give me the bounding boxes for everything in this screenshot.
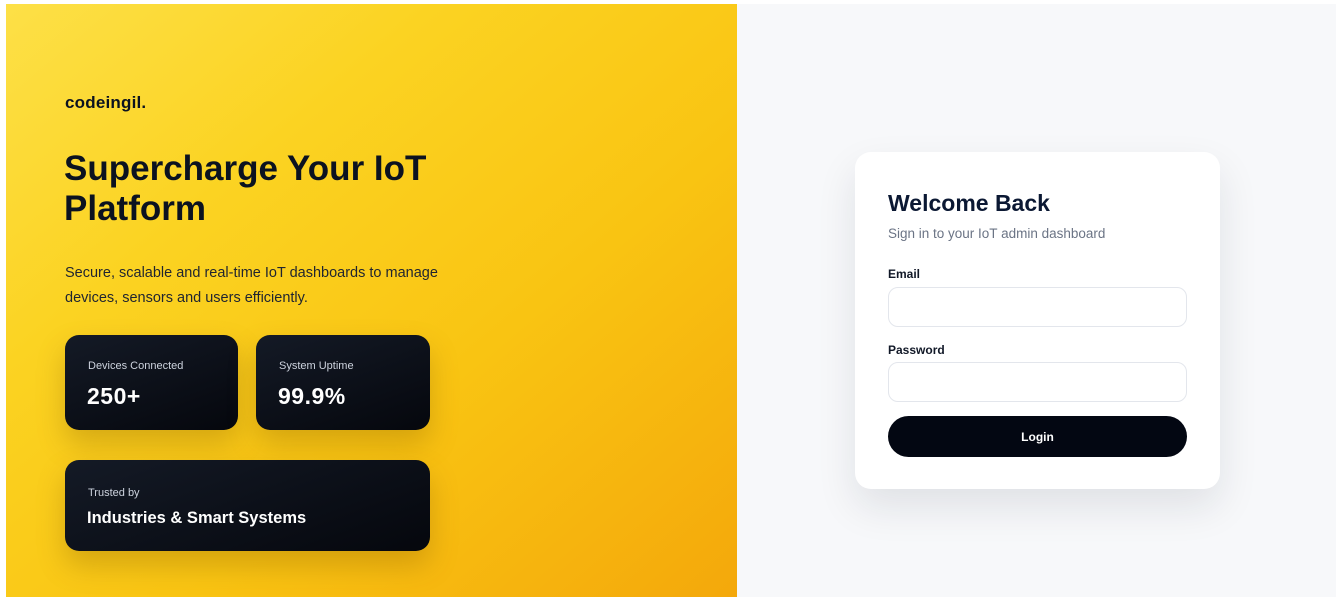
trusted-by-label: Trusted by — [88, 487, 140, 499]
password-label: Password — [888, 343, 945, 357]
brand-logo: codeingil. — [65, 93, 147, 112]
password-field[interactable] — [888, 362, 1187, 402]
hero-subtitle: Secure, scalable and real-time IoT dashb… — [65, 265, 438, 306]
hero-title: Supercharge Your IoT Platform — [64, 149, 427, 228]
trusted-by-card: Trusted by Industries & Smart Systems — [65, 460, 430, 551]
stat-label: Devices Connected — [88, 360, 184, 372]
stat-value: 250+ — [87, 383, 141, 409]
login-subtitle: Sign in to your IoT admin dashboard — [888, 226, 1106, 241]
login-page: codeingil. Supercharge Your IoT Platform… — [0, 0, 1342, 597]
login-card: Welcome Back Sign in to your IoT admin d… — [855, 152, 1220, 489]
email-label: Email — [888, 267, 921, 281]
hero-panel: codeingil. Supercharge Your IoT Platform… — [6, 4, 737, 597]
login-area: Welcome Back Sign in to your IoT admin d… — [737, 4, 1336, 597]
email-field[interactable] — [888, 287, 1187, 327]
trusted-by-value: Industries & Smart Systems — [87, 509, 307, 527]
stat-label: System Uptime — [279, 360, 354, 372]
stat-value: 99.9% — [278, 383, 346, 409]
stat-card-devices: Devices Connected 250+ — [65, 335, 238, 430]
login-title: Welcome Back — [888, 190, 1050, 216]
login-button[interactable]: Login — [888, 416, 1187, 457]
stat-card-uptime: System Uptime 99.9% — [256, 335, 430, 430]
